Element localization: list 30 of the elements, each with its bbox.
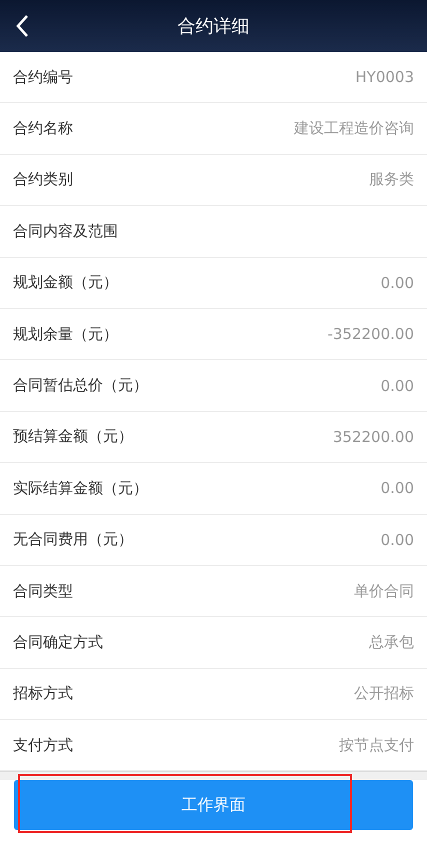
field-value: 总承包 <box>369 632 414 652</box>
field-value: 单价合同 <box>354 582 414 601</box>
field-value: 建设工程造价咨询 <box>294 119 414 138</box>
page-title: 合约详细 <box>178 15 250 38</box>
work-interface-button[interactable]: 工作界面 <box>14 780 413 830</box>
field-label: 合同确定方式 <box>13 632 103 652</box>
field-label: 预结算金额（元） <box>13 427 133 446</box>
field-label: 实际结算金额（元） <box>13 478 148 498</box>
field-value: 0.00 <box>380 376 414 395</box>
field-value: HY0003 <box>355 68 414 86</box>
back-icon <box>15 14 29 38</box>
field-label: 合约编号 <box>13 68 73 87</box>
field-label: 合同暂估总价（元） <box>13 376 148 396</box>
field-label: 支付方式 <box>13 736 73 755</box>
field-value: 0.00 <box>380 479 414 498</box>
field-value: 公开招标 <box>354 684 414 704</box>
field-label: 无合同费用（元） <box>13 530 133 550</box>
field-label: 合同内容及范围 <box>13 222 118 241</box>
field-value: 352200.00 <box>332 428 414 446</box>
field-label: 招标方式 <box>13 684 73 704</box>
field-label: 合约名称 <box>13 119 73 138</box>
field-value: 服务类 <box>369 170 414 190</box>
field-value: 0.00 <box>380 530 414 549</box>
field-value: -352200.00 <box>327 325 414 344</box>
field-label: 合同类型 <box>13 582 73 601</box>
field-label: 规划余量（元） <box>13 324 118 344</box>
field-label: 规划金额（元） <box>13 273 118 292</box>
field-label: 合约类别 <box>13 170 73 190</box>
field-value: 0.00 <box>380 274 414 292</box>
field-value: 按节点支付 <box>339 736 414 755</box>
